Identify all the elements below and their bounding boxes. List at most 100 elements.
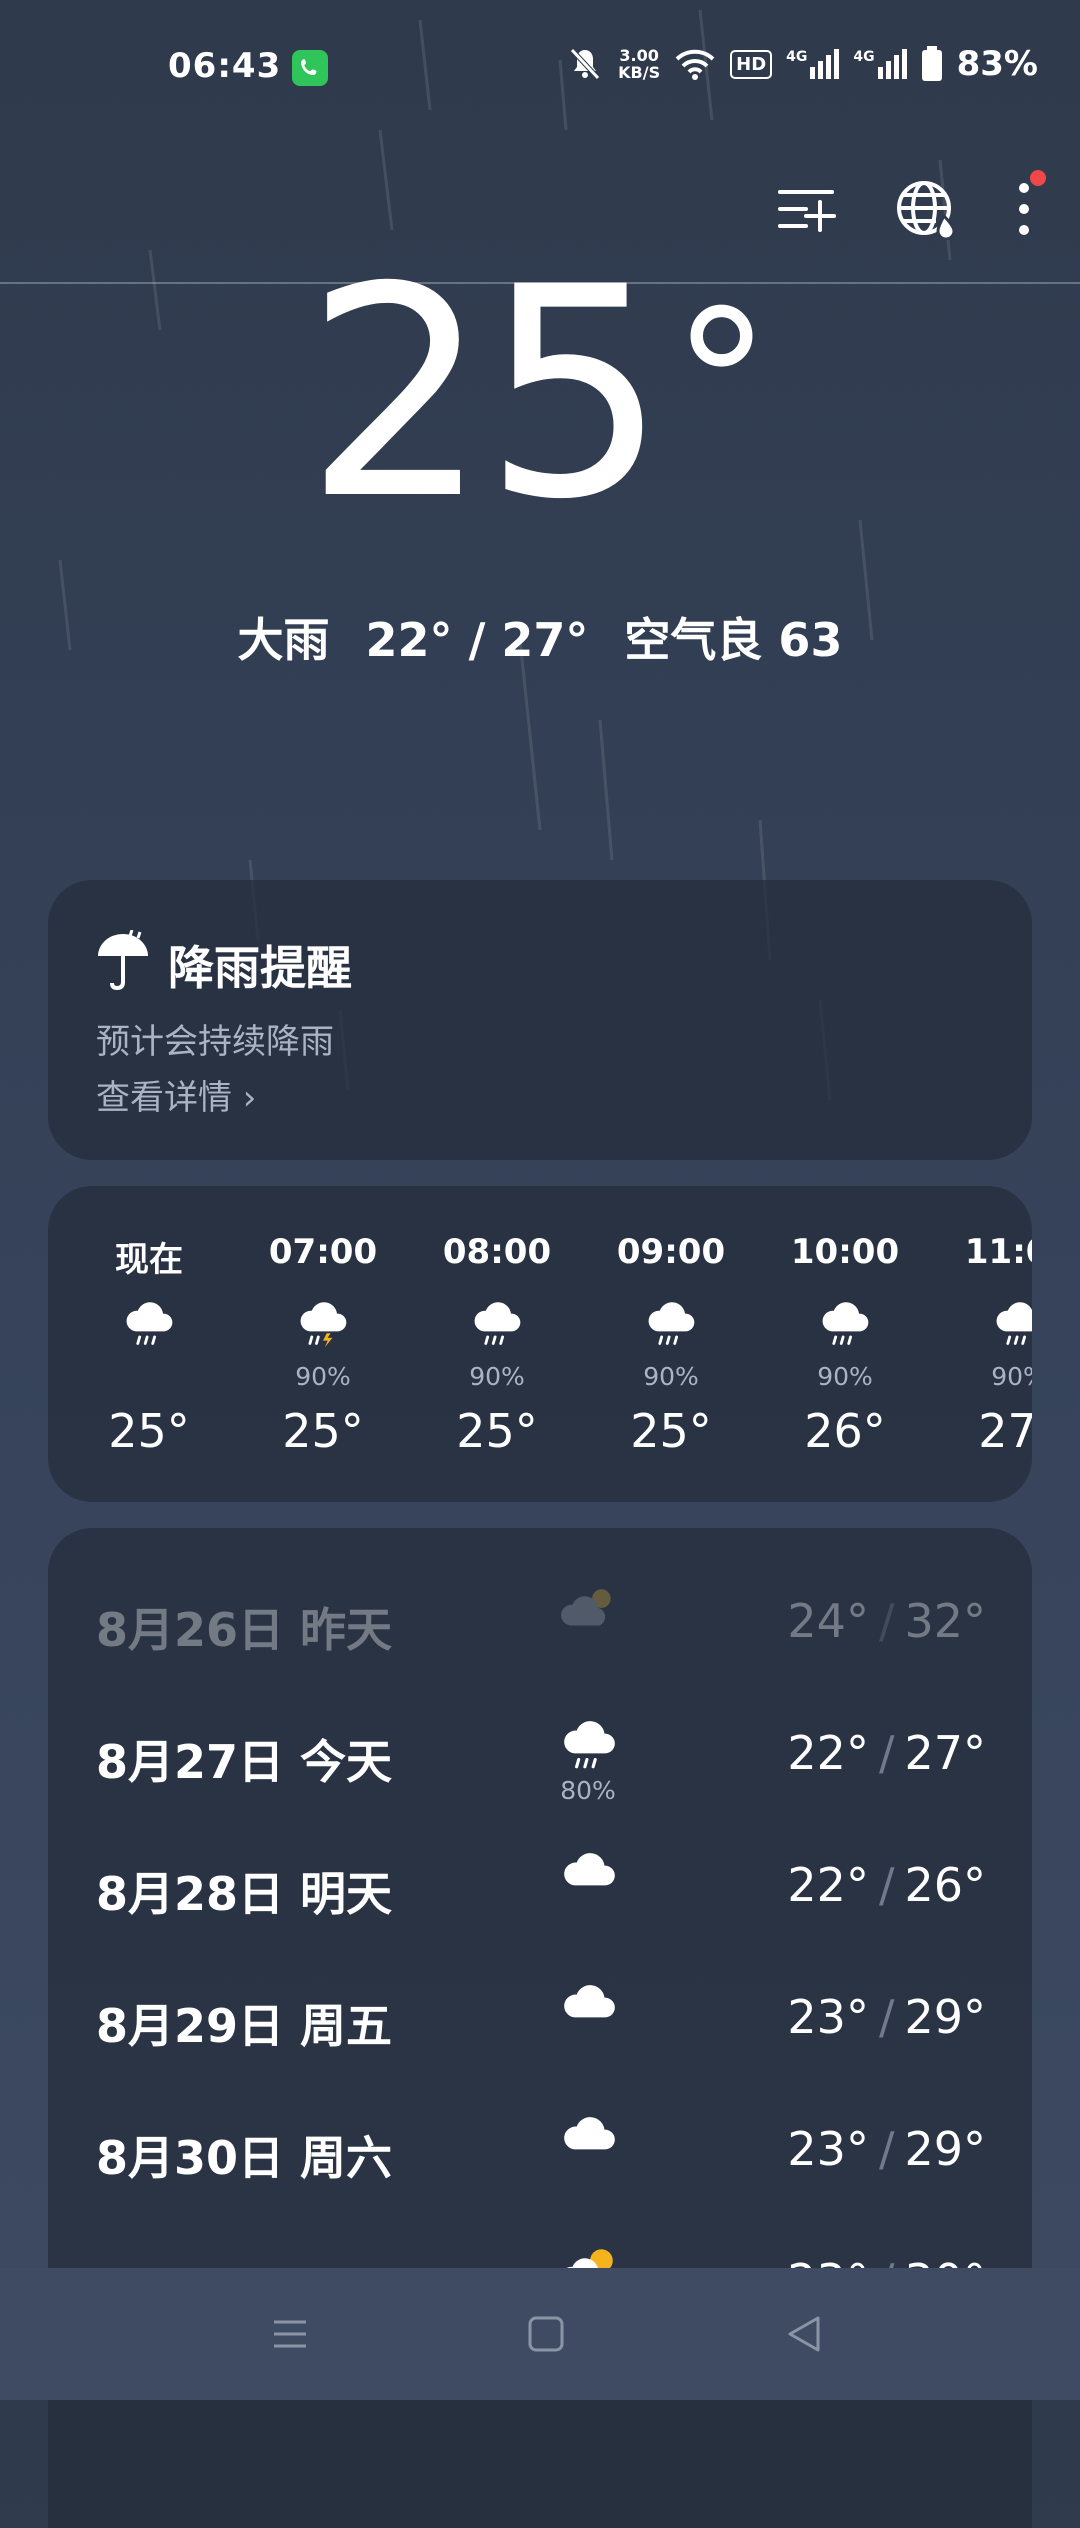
rain-cloud-icon xyxy=(989,1294,1032,1350)
hour-label: 07:00 xyxy=(268,1232,378,1272)
globe-rain-icon[interactable] xyxy=(896,178,958,241)
thunder-rain-icon xyxy=(293,1294,353,1350)
range-separator: / xyxy=(878,1990,895,2044)
notification-dot xyxy=(1030,170,1046,186)
hour-label: 09:00 xyxy=(616,1232,726,1272)
air-quality-text: 空气良 63 xyxy=(624,613,843,667)
precip-chance: 90% xyxy=(295,1362,351,1391)
net-speed-unit: KB/S xyxy=(618,63,661,82)
daily-row[interactable]: 8月29日 周五 23°/29° xyxy=(48,1948,1032,2078)
daily-row[interactable]: 8月28日 明天 22°/26° xyxy=(48,1816,1032,1946)
partly-cloudy-night-icon xyxy=(554,1580,624,1642)
sim2-signal: 4G xyxy=(853,49,907,79)
daily-row[interactable]: 8月27日 今天 80% 22°/27° xyxy=(48,1684,1032,1814)
more-menu-icon[interactable] xyxy=(1016,170,1046,240)
hourly-item[interactable]: 现在 25° xyxy=(64,1186,234,1502)
range-separator: / xyxy=(878,1858,895,1912)
net-speed: 3.00 KB/S xyxy=(618,47,660,81)
day-low: 24° xyxy=(787,1594,869,1648)
precip-chance: 90% xyxy=(817,1362,873,1391)
day-temp-range: 23°/29° xyxy=(787,1990,986,2044)
day-temp-range: 22°/26° xyxy=(787,1858,986,1912)
precip-chance: 90% xyxy=(469,1362,525,1391)
status-time: 06:43 xyxy=(168,46,282,86)
day-label: 8月28日 明天 xyxy=(96,1867,393,1921)
top-actions xyxy=(776,170,1046,241)
bell-mute-icon xyxy=(570,48,600,80)
current-temperature: 25° xyxy=(0,250,1080,540)
daily-row[interactable]: 8月26日 昨天 24°/32° xyxy=(48,1552,1032,1682)
precip-chance: 90% xyxy=(643,1362,699,1391)
day-high: 32° xyxy=(904,1594,986,1648)
hourly-forecast-card[interactable]: 现在 25° 07:00 90% 25° 08:00 90% 25° 09:00 90% 25° 10… xyxy=(48,1186,1032,1502)
battery-icon xyxy=(921,46,942,81)
day-high: 29° xyxy=(904,1990,986,2044)
rain-cloud-icon xyxy=(815,1294,875,1350)
hd-badge: HD xyxy=(730,49,773,79)
temp-range-text: 22° / 27° xyxy=(365,613,589,667)
home-icon[interactable] xyxy=(522,2310,570,2358)
degree-symbol: ° xyxy=(671,268,772,501)
sim1-label: 4G xyxy=(786,49,808,65)
navigation-bar xyxy=(0,2268,1080,2400)
day-temp-range: 23°/29° xyxy=(787,2122,986,2176)
hour-label: 11:00 xyxy=(964,1232,1032,1272)
day-low: 22° xyxy=(787,1858,869,1912)
hour-label: 现在 xyxy=(115,1240,183,1280)
hour-temp: 25° xyxy=(630,1404,712,1458)
hourly-item[interactable]: 10:00 90% 26° xyxy=(760,1186,930,1502)
phone-call-icon[interactable] xyxy=(292,50,328,86)
weather-summary[interactable]: 大雨 22° / 27° 空气良 63 xyxy=(0,604,1080,670)
current-temp-value: 25 xyxy=(304,226,667,563)
wifi-icon xyxy=(675,49,715,80)
cloud-icon xyxy=(554,1844,624,1906)
hour-temp: 25° xyxy=(108,1404,190,1458)
sim2-label: 4G xyxy=(853,49,875,65)
alert-title: 降雨提醒 xyxy=(168,941,352,995)
day-temp-range: 24°/32° xyxy=(787,1594,986,1648)
battery-percent: 83% xyxy=(956,44,1038,84)
range-separator: / xyxy=(878,1594,895,1648)
hourly-item[interactable]: 08:00 90% 25° xyxy=(412,1186,582,1502)
rain-cloud-icon xyxy=(119,1294,179,1350)
day-low: 22° xyxy=(787,1726,869,1780)
day-high: 29° xyxy=(904,2122,986,2176)
precip-chance: 80% xyxy=(560,1776,616,1805)
condition-text: 大雨 xyxy=(237,613,330,667)
hour-temp: 25° xyxy=(282,1404,364,1458)
cloud-icon xyxy=(554,2108,624,2170)
daily-row[interactable]: 8月30日 周六 23°/29° xyxy=(48,2080,1032,2210)
back-icon[interactable] xyxy=(780,2310,828,2358)
hour-label: 10:00 xyxy=(790,1232,900,1272)
day-low: 23° xyxy=(787,1990,869,2044)
cloud-icon xyxy=(554,1976,624,2038)
day-high: 27° xyxy=(904,1726,986,1780)
net-speed-value: 3.00 xyxy=(619,46,659,65)
status-icons: 3.00 KB/S HD 4G 4G 83% xyxy=(566,44,1038,84)
add-city-icon[interactable] xyxy=(776,178,838,240)
signal-icon xyxy=(877,49,907,79)
hourly-item[interactable]: 09:00 90% 25° xyxy=(586,1186,756,1502)
rain-cloud-icon xyxy=(641,1294,701,1350)
menu-icon[interactable] xyxy=(266,2310,314,2358)
hour-temp: 26° xyxy=(804,1404,886,1458)
view-details-link[interactable]: 查看详情 › xyxy=(96,1070,256,1119)
signal-icon xyxy=(810,49,840,79)
hourly-item[interactable]: 11:00 90% 27° xyxy=(934,1186,1032,1502)
day-low: 23° xyxy=(787,2122,869,2176)
sim1-signal: 4G xyxy=(786,49,840,79)
hour-temp: 27° xyxy=(978,1404,1032,1458)
hourly-list[interactable]: 现在 25° 07:00 90% 25° 08:00 90% 25° 09:00 90% 25° 10… xyxy=(48,1186,1032,1502)
day-label: 8月30日 周六 xyxy=(96,2131,393,2185)
day-high: 26° xyxy=(904,1858,986,1912)
range-separator: / xyxy=(878,1726,895,1780)
rain-cloud-icon xyxy=(467,1294,527,1350)
rain-alert-card[interactable]: 降雨提醒 预计会持续降雨 查看详情 › xyxy=(48,880,1032,1160)
precip-chance: 90% xyxy=(991,1362,1032,1391)
status-bar: 06:43 3.00 KB/S HD 4G 4G 83% xyxy=(0,0,1080,140)
alert-description: 预计会持续降雨 xyxy=(96,1022,334,1062)
hour-label: 08:00 xyxy=(442,1232,552,1272)
hourly-item[interactable]: 07:00 90% 25° xyxy=(238,1186,408,1502)
day-label: 8月27日 今天 xyxy=(96,1735,393,1789)
range-separator: / xyxy=(878,2122,895,2176)
